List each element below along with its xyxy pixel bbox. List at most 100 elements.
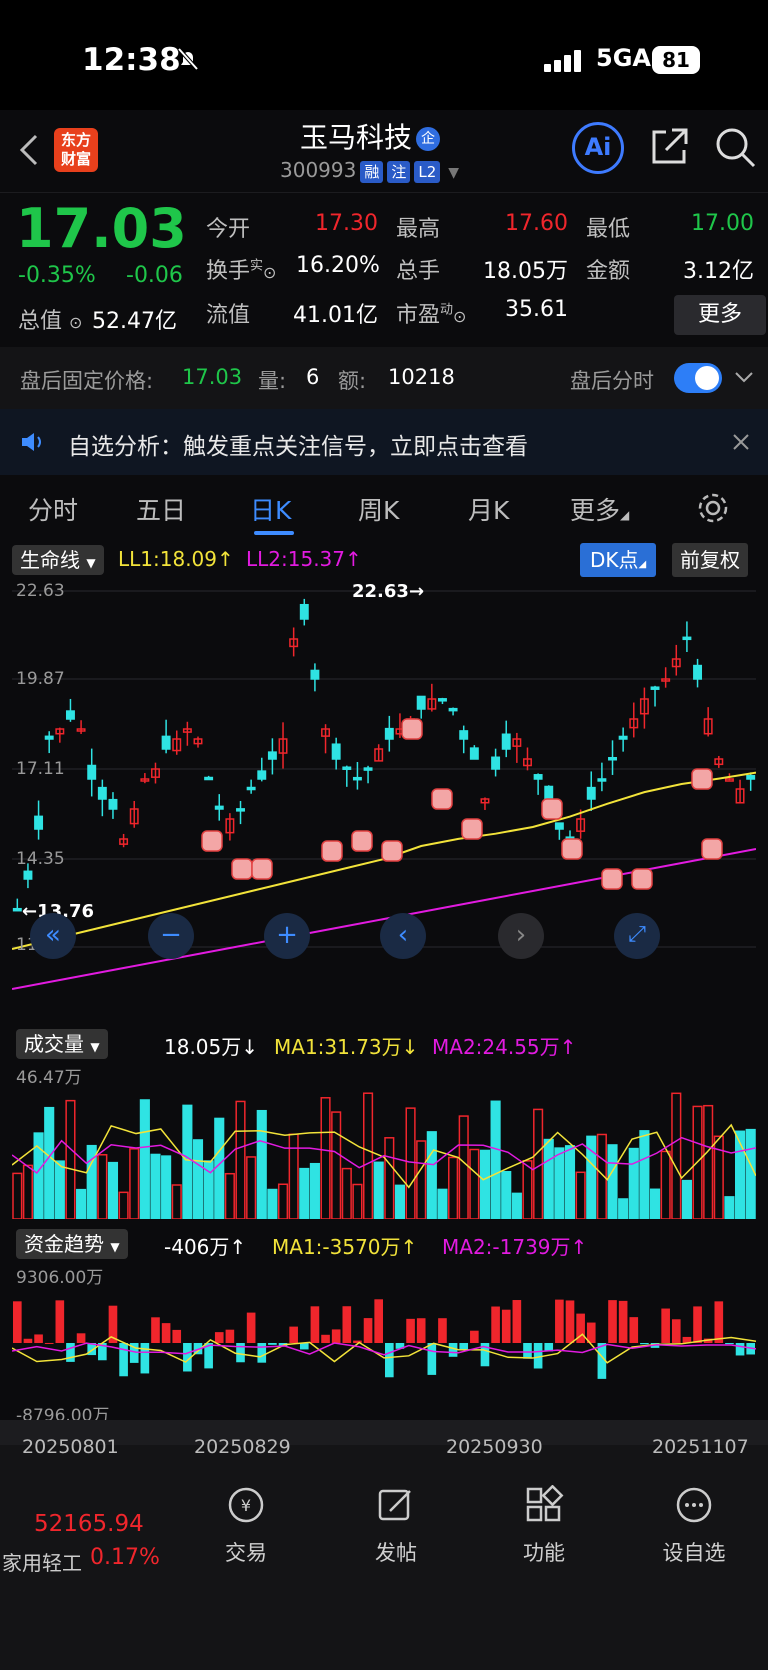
fund-bar [363, 1318, 373, 1343]
fund-bar [565, 1300, 575, 1343]
after-hours-amt: 10218 [388, 365, 455, 389]
tab-weekly-k[interactable]: 周K [358, 491, 399, 527]
candle-body [363, 767, 373, 771]
tag-registered: 注 [387, 160, 411, 183]
settings-gear-icon[interactable] [696, 491, 730, 525]
scroll-start-button[interactable]: « [30, 913, 76, 959]
float-cap-label: 流值 [206, 303, 251, 328]
dk-point-button[interactable]: DK点◢ [580, 543, 657, 577]
zoom-in-button[interactable]: + [264, 913, 310, 959]
buy-signal-marker [691, 768, 713, 790]
scroll-right-button[interactable]: › [498, 913, 544, 959]
volume-bar [352, 1183, 363, 1219]
after-hours-vol: 6 [306, 365, 320, 389]
turnover-label: 换手实⊙ [206, 258, 277, 284]
share-icon[interactable] [648, 126, 690, 168]
volume-indicator-select[interactable]: 成交量 ▼ [16, 1029, 108, 1059]
volume-bar [150, 1153, 161, 1219]
low-label: 最低 [586, 217, 631, 242]
fullscreen-button[interactable]: ⤢ [614, 913, 660, 959]
add-watchlist-label: 设自选 [662, 1541, 726, 1565]
candle-body [501, 733, 511, 750]
volume-bar [171, 1184, 182, 1219]
volume-bar [416, 1140, 427, 1219]
trade-label: 交易 [225, 1541, 267, 1565]
fund-bar [299, 1343, 309, 1350]
zoom-out-button[interactable]: − [148, 913, 194, 959]
buy-signal-marker [351, 830, 373, 852]
chevron-down-icon[interactable] [734, 369, 754, 385]
add-watchlist-button[interactable]: 设自选 [624, 1485, 764, 1567]
volume-bar [277, 1183, 289, 1219]
kline-indicator-select[interactable]: 生命线 ▼ [12, 545, 104, 575]
chevron-down-icon: ▼ [448, 165, 460, 181]
volume-bar [76, 1188, 87, 1219]
bottom-toolbar: 52165.94 家用轻工 0.17% ¥ 交易 发帖 功能 设自选 [0, 1445, 768, 1670]
stock-code: 300993 [280, 158, 357, 182]
volume-bar [384, 1137, 395, 1219]
volume-bar [511, 1192, 522, 1219]
after-hours-label: 盘后固定价格: [20, 369, 154, 393]
fund-bar [342, 1306, 352, 1343]
fund-bar [321, 1334, 330, 1343]
price-axis-1: 19.87 [16, 669, 65, 689]
volume-bar [129, 1148, 140, 1219]
fund-bar [491, 1306, 500, 1343]
price-adjust-button[interactable]: 前复权 [672, 543, 748, 577]
candle-body [533, 774, 543, 780]
app-logo: 东方 财富 [54, 128, 98, 172]
speaker-icon [22, 433, 41, 451]
buy-signal-marker [231, 858, 253, 880]
candle-body [650, 686, 660, 690]
post-button[interactable]: 发帖 [326, 1485, 466, 1567]
last-price: 17.03 [16, 197, 187, 260]
buy-signal-marker [561, 838, 583, 860]
volume-bar [97, 1154, 108, 1219]
total-volume: 18.05万 [483, 259, 568, 284]
tab-daily-k[interactable]: 日K [250, 491, 291, 527]
scroll-left-button[interactable]: ‹ [380, 913, 426, 959]
fund-indicator-select[interactable]: 资金趋势 ▼ [16, 1229, 128, 1259]
volume-bar [522, 1160, 533, 1219]
stock-code-row[interactable]: 300993 融注 L2 ▼ [280, 158, 459, 183]
tab-five-day[interactable]: 五日 [136, 491, 186, 527]
tab-monthly-k[interactable]: 月K [468, 491, 509, 527]
back-arrow-icon[interactable] [14, 130, 44, 170]
after-hours-price: 17.03 [182, 365, 243, 389]
volume-chart[interactable] [12, 1065, 756, 1219]
candle-body [331, 743, 341, 760]
close-icon[interactable] [732, 433, 750, 451]
volume-bar [458, 1115, 469, 1219]
fund-trend-chart[interactable] [12, 1263, 756, 1419]
fund-bar [257, 1343, 267, 1363]
price-axis-2: 17.11 [16, 759, 65, 779]
index-name: 家用轻工 [2, 1551, 82, 1575]
ll1-legend: LL1:18.09↑ [118, 547, 234, 571]
fund-bar [501, 1309, 511, 1343]
candle-body [416, 695, 426, 710]
tab-more[interactable]: 更多◢ [570, 491, 629, 527]
volume-bar [44, 1106, 55, 1219]
volume-bar [575, 1171, 586, 1219]
candle-body [34, 815, 44, 830]
volume-bar [607, 1144, 618, 1219]
functions-button[interactable]: 功能 [474, 1484, 614, 1567]
max-price-label: 22.63→ [352, 581, 425, 602]
fund-bar [618, 1300, 628, 1343]
trade-button[interactable]: ¥ 交易 [176, 1485, 316, 1567]
ai-button[interactable]: Ai [572, 122, 624, 174]
index-change: 0.17% [90, 1545, 160, 1570]
candle-body [618, 735, 628, 740]
tab-intraday[interactable]: 分时 [28, 491, 78, 527]
fund-value: -406万↑ [164, 1235, 247, 1259]
search-icon[interactable] [714, 126, 756, 168]
notice-bar[interactable]: 自选分析：触发重点关注信号，立即点击查看 [0, 409, 768, 475]
high-price: 17.60 [505, 211, 568, 236]
more-button[interactable]: 更多 [674, 295, 766, 335]
date-label-1: 20250801 [22, 1436, 119, 1458]
volume-bar [703, 1104, 714, 1219]
candle-body [608, 757, 617, 761]
candle-body [87, 764, 97, 780]
post-label: 发帖 [375, 1541, 417, 1565]
after-hours-toggle[interactable] [674, 363, 722, 393]
